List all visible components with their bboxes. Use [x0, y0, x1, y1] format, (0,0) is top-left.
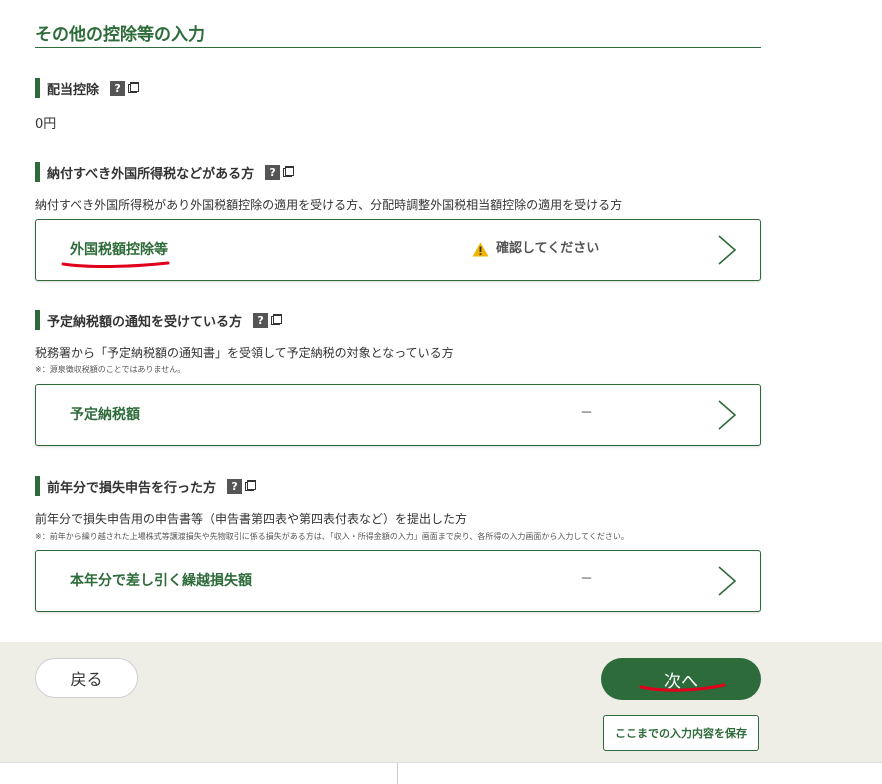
section-heading-label: 配当控除: [47, 82, 100, 98]
section-heading-foreign-tax: 納付すべき外国所得税などがある方 ?: [35, 162, 295, 182]
help-icon[interactable]: ?: [110, 80, 126, 96]
status-text: 確認してください: [496, 241, 600, 256]
item-label: 予定納税額: [70, 407, 140, 423]
foreign-tax-credit-item[interactable]: 外国税額控除等 確認してください: [35, 219, 761, 281]
section-heading-label: 前年分で損失申告を行った方: [47, 480, 217, 496]
item-label: 本年分で差し引く繰越損失額: [70, 573, 252, 589]
help-icon[interactable]: ?: [265, 164, 281, 180]
next-button[interactable]: 次へ: [601, 658, 761, 700]
title-divider: [35, 47, 761, 48]
popup-window-icon[interactable]: [271, 314, 283, 325]
warning-icon: [472, 242, 489, 256]
item-status: 確認してください: [472, 220, 599, 278]
page-title: その他の控除等の入力: [35, 25, 205, 45]
item-status: －: [580, 406, 594, 421]
popup-window-icon[interactable]: [128, 82, 140, 93]
item-label: 外国税額控除等: [70, 242, 168, 258]
help-icon[interactable]: ?: [227, 478, 243, 494]
chevron-right-icon: [718, 400, 737, 430]
loss-carryover-item[interactable]: 本年分で差し引く繰越損失額 －: [35, 550, 761, 612]
section-heading-label: 予定納税額の通知を受けている方: [47, 314, 243, 330]
help-icon[interactable]: ?: [253, 312, 269, 328]
loss-carryover-description: 前年分で損失申告用の申告書等（申告書第四表や第四表付表など）を提出した方: [35, 512, 468, 526]
foreign-tax-description: 納付すべき外国所得税があり外国税額控除の適用を受ける方、分配時調整外国税相当額控…: [35, 198, 623, 212]
scheduled-tax-description: 税務署から「予定納税額の通知書」を受領して予定納税の対象となっている方: [35, 346, 454, 360]
section-heading-dividend: 配当控除 ?: [35, 78, 140, 98]
scheduled-tax-note: ※：源泉徴収税額のことではありません。: [35, 365, 186, 374]
popup-window-icon[interactable]: [283, 166, 295, 177]
section-heading-label: 納付すべき外国所得税などがある方: [47, 166, 255, 182]
popup-window-icon[interactable]: [245, 480, 257, 491]
dividend-amount: 0円: [35, 117, 57, 132]
loss-carryover-note: ※：前年から繰り越された上場株式等譲渡損失や先物取引に係る損失がある方は、「収入…: [35, 532, 629, 541]
save-progress-button[interactable]: ここまでの入力内容を保存: [603, 715, 759, 751]
item-status: －: [580, 572, 594, 587]
section-heading-scheduled-tax: 予定納税額の通知を受けている方 ?: [35, 310, 283, 330]
section-heading-loss-carryover: 前年分で損失申告を行った方 ?: [35, 476, 257, 496]
bottom-strip: [0, 762, 882, 784]
divider: [397, 763, 398, 784]
scheduled-tax-item[interactable]: 予定納税額 －: [35, 384, 761, 446]
chevron-right-icon: [718, 235, 737, 265]
back-button[interactable]: 戻る: [35, 658, 138, 698]
chevron-right-icon: [718, 566, 737, 596]
